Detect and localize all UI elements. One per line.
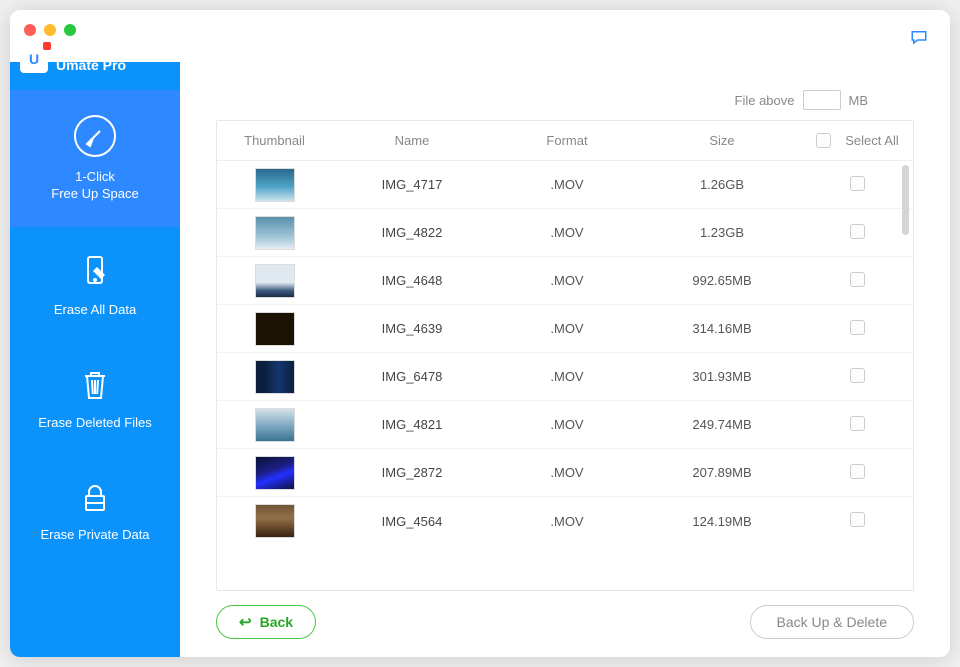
back-button-label: Back [260, 614, 293, 630]
sidebar-item-label: Erase Private Data [20, 526, 170, 544]
cell-name: IMG_4564 [332, 514, 492, 529]
table-row: IMG_4564 .MOV 124.19MB [217, 497, 913, 545]
table-header: Thumbnail Name Format Size Select All [217, 121, 913, 161]
thumbnail-icon [255, 168, 295, 202]
sidebar-item-erase-private-data[interactable]: Erase Private Data [10, 456, 180, 568]
row-checkbox[interactable] [850, 416, 865, 431]
scroll-thumb[interactable] [902, 165, 909, 235]
sidebar-item-label: Erase Deleted Files [20, 414, 170, 432]
cell-size: 314.16MB [642, 321, 802, 336]
cell-format: .MOV [492, 273, 642, 288]
window-controls [24, 24, 76, 36]
back-button[interactable]: ↩ Back [216, 605, 316, 639]
cell-size: 124.19MB [642, 514, 802, 529]
sidebar: U iMyfone Umate Pro 1-Click Free Up Spac… [10, 62, 180, 657]
cell-name: IMG_4821 [332, 417, 492, 432]
cell-format: .MOV [492, 369, 642, 384]
minimize-icon[interactable] [44, 24, 56, 36]
table-row: IMG_4821 .MOV 249.74MB [217, 401, 913, 449]
sidebar-item-label: Erase All Data [20, 301, 170, 319]
phone-erase-icon [20, 251, 170, 291]
cell-format: .MOV [492, 417, 642, 432]
cell-name: IMG_4639 [332, 321, 492, 336]
broom-icon [20, 114, 170, 158]
cell-size: 1.26GB [642, 177, 802, 192]
sidebar-item-erase-all-data[interactable]: Erase All Data [10, 227, 180, 343]
row-checkbox[interactable] [850, 464, 865, 479]
scrollbar[interactable] [902, 165, 909, 586]
row-checkbox[interactable] [850, 272, 865, 287]
col-select-all: Select All [845, 133, 898, 148]
row-checkbox[interactable] [850, 320, 865, 335]
lock-icon [20, 480, 170, 516]
cell-size: 249.74MB [642, 417, 802, 432]
thumbnail-icon [255, 216, 295, 250]
backup-delete-button[interactable]: Back Up & Delete [750, 605, 915, 639]
file-size-input[interactable] [803, 90, 841, 110]
cell-format: .MOV [492, 321, 642, 336]
table-body: IMG_4717 .MOV 1.26GB IMG_4822 .MOV 1.23G… [217, 161, 913, 545]
sidebar-item-label: Free Up Space [20, 185, 170, 203]
filter-label: File above [735, 93, 795, 108]
col-format: Format [492, 133, 642, 148]
file-size-filter: File above MB [216, 90, 914, 110]
select-all-checkbox[interactable] [816, 133, 831, 148]
row-checkbox[interactable] [850, 512, 865, 527]
table-row: IMG_4639 .MOV 314.16MB [217, 305, 913, 353]
feedback-icon[interactable] [910, 28, 928, 51]
sidebar-item-erase-deleted-files[interactable]: Erase Deleted Files [10, 342, 180, 456]
back-arrow-icon: ↩ [239, 613, 252, 631]
table-row: IMG_6478 .MOV 301.93MB [217, 353, 913, 401]
cell-size: 301.93MB [642, 369, 802, 384]
col-name: Name [332, 133, 492, 148]
table-row: IMG_4648 .MOV 992.65MB [217, 257, 913, 305]
filter-unit: MB [849, 93, 869, 108]
cell-format: .MOV [492, 465, 642, 480]
thumbnail-icon [255, 504, 295, 538]
sidebar-item-free-up-space[interactable]: 1-Click Free Up Space [10, 90, 180, 227]
footer-actions: ↩ Back Back Up & Delete [216, 591, 914, 639]
thumbnail-icon [255, 456, 295, 490]
titlebar [10, 10, 950, 62]
maximize-icon[interactable] [64, 24, 76, 36]
col-size: Size [642, 133, 802, 148]
main-content: File above MB Thumbnail Name Format Size… [180, 62, 950, 657]
row-checkbox[interactable] [850, 368, 865, 383]
thumbnail-icon [255, 360, 295, 394]
cell-name: IMG_4822 [332, 225, 492, 240]
cell-format: .MOV [492, 177, 642, 192]
table-row: IMG_4822 .MOV 1.23GB [217, 209, 913, 257]
col-thumbnail: Thumbnail [217, 133, 332, 148]
row-checkbox[interactable] [850, 176, 865, 191]
table-row: IMG_4717 .MOV 1.26GB [217, 161, 913, 209]
cell-name: IMG_2872 [332, 465, 492, 480]
table-row: IMG_2872 .MOV 207.89MB [217, 449, 913, 497]
thumbnail-icon [255, 312, 295, 346]
trash-icon [20, 366, 170, 404]
cell-size: 207.89MB [642, 465, 802, 480]
cell-name: IMG_4648 [332, 273, 492, 288]
file-table: Thumbnail Name Format Size Select All IM… [216, 120, 914, 591]
cell-name: IMG_4717 [332, 177, 492, 192]
cell-size: 1.23GB [642, 225, 802, 240]
thumbnail-icon [255, 264, 295, 298]
logo-icon: U [20, 45, 48, 73]
cell-format: .MOV [492, 225, 642, 240]
sidebar-item-label: 1-Click [20, 168, 170, 186]
row-checkbox[interactable] [850, 224, 865, 239]
close-icon[interactable] [24, 24, 36, 36]
backup-delete-label: Back Up & Delete [777, 614, 888, 630]
cell-format: .MOV [492, 514, 642, 529]
cell-size: 992.65MB [642, 273, 802, 288]
cell-name: IMG_6478 [332, 369, 492, 384]
app-window: U iMyfone Umate Pro 1-Click Free Up Spac… [10, 10, 950, 657]
thumbnail-icon [255, 408, 295, 442]
